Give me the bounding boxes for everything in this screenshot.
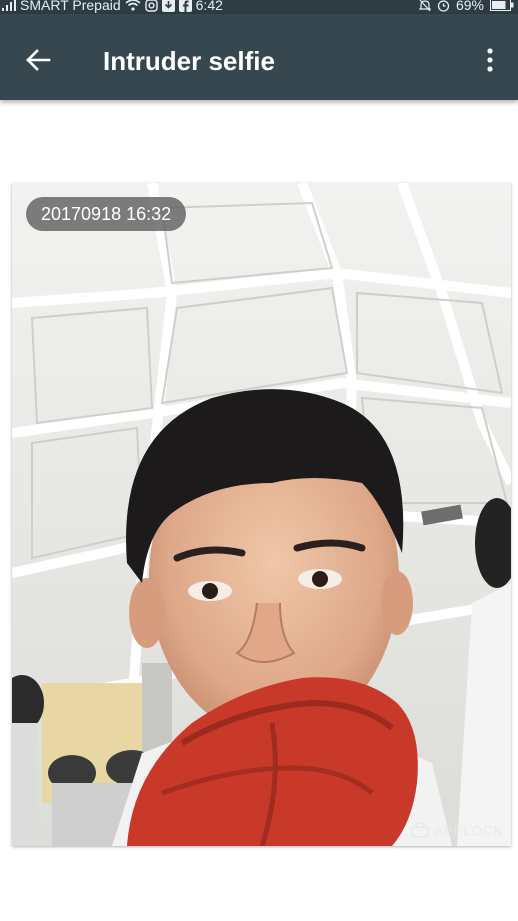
status-bar: SMART Prepaid 6:42 69% <box>0 0 518 14</box>
battery-icon <box>490 0 514 11</box>
arrow-left-icon <box>26 49 51 71</box>
status-right: 69% <box>418 0 514 13</box>
photo-timestamp: 20170918 16:32 <box>26 197 187 231</box>
more-options-button[interactable] <box>470 40 510 80</box>
selfie-image <box>12 183 511 846</box>
alarm-icon <box>437 0 450 12</box>
watermark-text: APPLOCK <box>434 822 503 838</box>
carrier-name: SMART Prepaid <box>20 0 121 13</box>
intruder-photo[interactable]: 20170918 16:32 APPLOCK <box>12 183 511 846</box>
applock-logo-icon <box>410 822 429 838</box>
battery-percent: 69% <box>455 0 484 13</box>
status-left: SMART Prepaid 6:42 <box>2 0 223 12</box>
wifi-icon <box>125 0 141 11</box>
mute-icon <box>418 0 431 11</box>
clock-time: 6:42 <box>195 0 223 13</box>
app-bar: Intruder selfie <box>0 14 518 100</box>
facebook-icon <box>178 0 192 12</box>
page-title: Intruder selfie <box>103 46 275 76</box>
back-button[interactable] <box>18 40 58 80</box>
applock-watermark: APPLOCK <box>410 822 503 838</box>
download-icon <box>161 0 175 12</box>
signal-icon <box>2 0 16 11</box>
more-vert-icon <box>487 48 493 72</box>
instagram-icon <box>144 0 158 12</box>
